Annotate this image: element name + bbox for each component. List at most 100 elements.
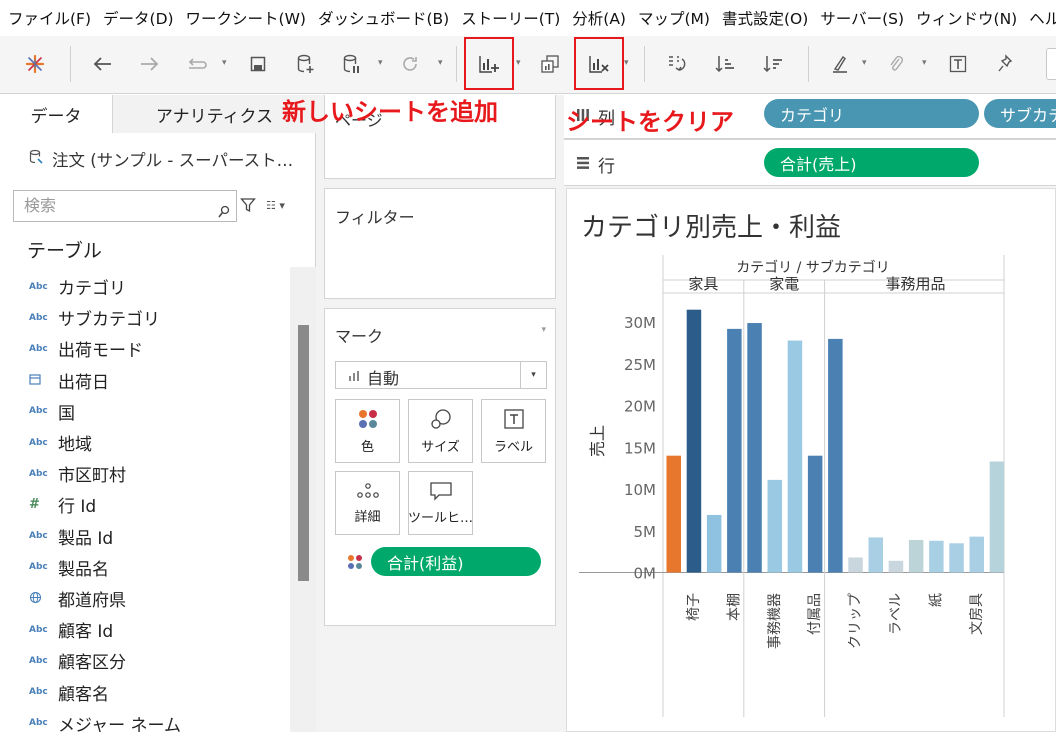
swap-rows-columns-icon[interactable] xyxy=(664,48,690,80)
subcategory-column-pill[interactable]: サブカテゴリ xyxy=(984,99,1056,128)
pause-updates-icon[interactable] xyxy=(340,48,364,80)
string-type-icon: Abc xyxy=(29,624,48,635)
field-item[interactable]: Abc メジャー ネーム xyxy=(0,708,290,732)
menu-item[interactable]: サーバー(S) xyxy=(818,7,910,29)
show-labels-icon[interactable] xyxy=(946,48,970,80)
duplicate-sheet-icon[interactable] xyxy=(538,48,562,80)
field-label: 顧客区分 xyxy=(58,653,126,674)
tab-data[interactable]: データ xyxy=(0,95,113,133)
data-pane-scrollbar[interactable] xyxy=(290,267,316,732)
field-item[interactable]: Abc 製品名 xyxy=(0,552,290,583)
menu-item[interactable]: 分析(A) xyxy=(570,7,632,29)
marks-card-menu-caret-icon[interactable]: ▾ xyxy=(541,325,546,335)
toolbar: ▾ ▾ ▾ ▾ ▾ ▾ ▾ xyxy=(0,36,1056,94)
field-item[interactable]: Abc 出荷モード xyxy=(0,333,290,364)
mark-type-select[interactable]: 自動 ▾ xyxy=(335,361,547,389)
field-item[interactable]: Abc カテゴリ xyxy=(0,271,290,302)
size-mark-button[interactable]: サイズ xyxy=(408,399,473,463)
menu-item[interactable]: ダッシュボード(B) xyxy=(316,7,455,29)
search-placeholder: 検索 xyxy=(24,196,57,215)
sort-ascending-icon[interactable] xyxy=(712,48,738,80)
group-dropdown-caret-icon[interactable]: ▾ xyxy=(922,58,927,68)
y-tick-label: 10M xyxy=(624,481,656,499)
field-item[interactable]: Abc 顧客名 xyxy=(0,677,290,708)
tooltip-icon xyxy=(429,481,452,501)
scrollbar-thumb[interactable] xyxy=(298,325,309,581)
field-item[interactable]: 都道府県 xyxy=(0,583,290,614)
bar xyxy=(949,543,964,573)
menu-item[interactable]: 書式設定(O) xyxy=(720,7,814,29)
clear-sheet-annotation: シートをクリア xyxy=(566,108,734,136)
detail-mark-button[interactable]: 詳細 xyxy=(335,471,400,535)
new-datasource-icon[interactable] xyxy=(294,48,318,80)
menu-item[interactable]: ウィンドウ(N) xyxy=(914,7,1023,29)
menu-item[interactable]: データ(D) xyxy=(101,7,180,29)
field-item[interactable]: Abc 顧客 Id xyxy=(0,614,290,645)
search-input[interactable]: 検索 xyxy=(13,190,237,222)
mark-type-dropdown-caret-icon[interactable]: ▾ xyxy=(520,362,546,388)
menu-item[interactable]: ワークシート(W) xyxy=(184,7,312,29)
pause-dropdown-caret-icon[interactable]: ▾ xyxy=(378,58,383,68)
group-paperclip-icon[interactable] xyxy=(884,48,908,80)
toolbar-separator xyxy=(808,46,809,82)
field-label: 出荷日 xyxy=(58,372,109,393)
visualization-area: カテゴリ別売上・利益 カテゴリ / サブカテゴリ 売上 0M 5M 10M 15M 20M 2… xyxy=(564,186,1056,732)
bar xyxy=(807,455,823,573)
y-tick-label: 15M xyxy=(624,439,656,457)
save-icon[interactable] xyxy=(246,48,270,80)
redo-icon[interactable] xyxy=(184,48,210,80)
back-arrow-icon[interactable] xyxy=(90,48,114,80)
tableau-logo-icon[interactable] xyxy=(22,48,48,80)
sales-row-pill[interactable]: 合計(売上) xyxy=(764,148,979,177)
menu-item[interactable]: マップ(M) xyxy=(636,7,716,29)
field-item[interactable]: # 行 Id xyxy=(0,489,290,520)
tableau-window: ファイル(F) データ(D) ワークシート(W) ダッシュボード(B) ストーリー(T)… xyxy=(0,0,1056,732)
refresh-dropdown-caret-icon[interactable]: ▾ xyxy=(438,58,443,68)
data-pane-tabs: データ アナリティクス xyxy=(0,95,316,133)
x-tick-label: ラベル xyxy=(888,593,904,635)
bar xyxy=(868,537,883,573)
forward-arrow-icon[interactable] xyxy=(138,48,162,80)
menu-item[interactable]: ヘルプ(H) xyxy=(1027,7,1056,29)
y-axis-label: 売上 xyxy=(588,425,607,457)
sort-descending-icon[interactable] xyxy=(760,48,786,80)
string-type-icon: Abc xyxy=(29,718,48,729)
filter-icon[interactable] xyxy=(240,197,256,217)
pin-icon[interactable] xyxy=(994,48,1018,80)
rows-shelf[interactable]: 行 合計(売上) xyxy=(564,139,1056,186)
filters-card[interactable]: フィルター xyxy=(324,188,556,299)
field-item[interactable]: Abc 顧客区分 xyxy=(0,645,290,676)
color-mark-label: 色 xyxy=(360,439,374,455)
field-item[interactable]: Abc 国 xyxy=(0,396,290,427)
size-icon xyxy=(430,408,451,429)
field-item[interactable]: Abc サブカテゴリ xyxy=(0,302,290,333)
tooltip-mark-button[interactable]: ツールヒ… xyxy=(408,471,473,535)
view-options-icon[interactable]: ☷ ▾ xyxy=(266,199,285,212)
marks-card: マーク ▾ 自動 ▾ 色 サイズ ラベル 詳細 ツールヒ… 合計(利益) xyxy=(324,308,556,626)
datasource-name[interactable]: 注文 (サンプル - スーパースト… xyxy=(52,147,293,171)
new-worksheet-dropdown-caret-icon[interactable]: ▾ xyxy=(516,58,521,68)
profit-color-pill[interactable]: 合計(利益) xyxy=(371,547,541,576)
detail-mark-label: 詳細 xyxy=(354,509,381,525)
highlight-pen-icon[interactable] xyxy=(828,48,852,80)
toolbar-separator xyxy=(456,46,457,82)
highlight-dropdown-caret-icon[interactable]: ▾ xyxy=(862,58,867,68)
field-item[interactable]: Abc 製品 Id xyxy=(0,521,290,552)
y-tick-label: 20M xyxy=(624,398,656,416)
label-mark-button[interactable]: ラベル xyxy=(481,399,546,463)
redo-dropdown-caret-icon[interactable]: ▾ xyxy=(222,58,227,68)
cards-column: ページ フィルター マーク ▾ 自動 ▾ 色 サイズ ラベル 詳細 ツールヒ… … xyxy=(316,95,564,732)
menu-item[interactable]: ファイル(F) xyxy=(6,7,97,29)
clear-sheet-dropdown-caret-icon[interactable]: ▾ xyxy=(624,58,629,68)
color-encoding-icon xyxy=(347,554,363,574)
x-tick-label: クリップ xyxy=(848,593,864,649)
field-item[interactable]: Abc 地域 xyxy=(0,427,290,458)
field-item[interactable]: Abc 市区町村 xyxy=(0,458,290,489)
field-item[interactable]: 出荷日 xyxy=(0,365,290,396)
color-mark-button[interactable]: 色 xyxy=(335,399,400,463)
refresh-icon[interactable] xyxy=(398,48,422,80)
category-column-pill[interactable]: カテゴリ xyxy=(764,99,979,128)
menu-item[interactable]: ストーリー(T) xyxy=(459,7,566,29)
presentation-mode-button[interactable] xyxy=(1046,48,1056,80)
field-label: 市区町村 xyxy=(58,466,126,487)
